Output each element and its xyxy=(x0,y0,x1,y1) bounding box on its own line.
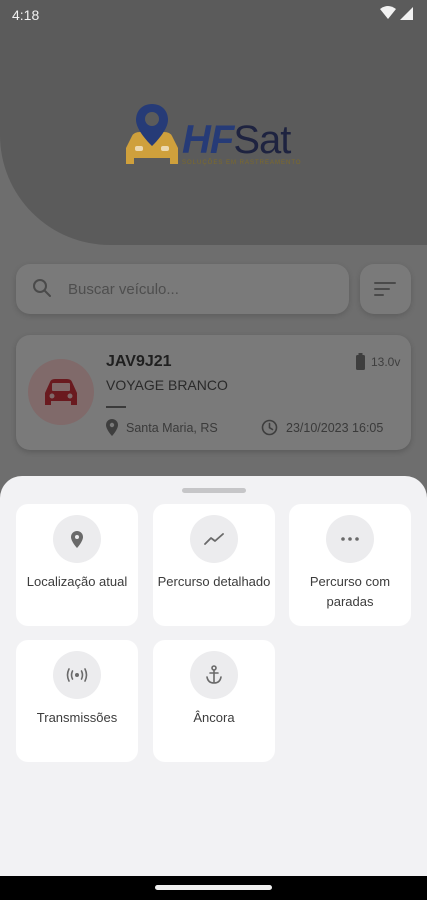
anchor-icon xyxy=(190,651,238,699)
action-route-with-stops[interactable]: Percurso com paradas xyxy=(289,504,411,626)
vehicle-datetime: 23/10/2023 16:05 xyxy=(286,420,384,435)
battery-icon xyxy=(356,353,365,370)
logo-hf: HF xyxy=(182,118,234,162)
status-time: 4:18 xyxy=(12,7,40,23)
vehicle-model: VOYAGE BRANCO xyxy=(106,377,228,393)
vehicle-card[interactable]: JAV9J21 VOYAGE BRANCO 13.0v Santa Maria,… xyxy=(16,335,411,450)
trend-line-icon xyxy=(190,515,238,563)
vehicle-location-text: Santa Maria, RS xyxy=(126,420,218,435)
battery-voltage: 13.0v xyxy=(371,354,401,369)
search-icon xyxy=(33,279,51,297)
more-dots-icon xyxy=(326,515,374,563)
action-transmissions[interactable]: Transmissões xyxy=(16,640,138,762)
logo-wordmark: HFSat xyxy=(182,118,291,163)
action-label: Âncora xyxy=(193,710,235,725)
wifi-icon xyxy=(380,6,396,19)
search-bar[interactable] xyxy=(16,264,349,314)
search-input[interactable] xyxy=(68,264,328,314)
location-pin-icon xyxy=(53,515,101,563)
location-pin-icon xyxy=(106,419,118,436)
status-icons xyxy=(380,6,413,20)
vehicle-last-update: 23/10/2023 16:05 xyxy=(261,419,383,436)
hfsat-logo: HFSat SOLUÇÕES EM RASTREAMENTO xyxy=(122,100,312,175)
action-label: Percurso com paradas xyxy=(309,574,391,609)
action-detailed-route[interactable]: Percurso detalhado xyxy=(153,504,275,626)
model-divider xyxy=(106,406,126,408)
sheet-drag-handle[interactable] xyxy=(182,488,246,493)
status-bar: 4:18 xyxy=(0,0,427,30)
signal-icon xyxy=(400,6,413,20)
logo-tagline: SOLUÇÕES EM RASTREAMENTO xyxy=(182,160,302,166)
action-current-location[interactable]: Localização atual xyxy=(16,504,138,626)
vehicle-avatar xyxy=(28,359,94,425)
vehicle-plate: JAV9J21 xyxy=(106,353,172,370)
action-anchor[interactable]: Âncora xyxy=(153,640,275,762)
filter-button[interactable] xyxy=(360,264,411,314)
battery-status: 13.0v xyxy=(356,353,400,370)
action-label: Transmissões xyxy=(36,710,118,725)
filter-icon xyxy=(374,282,396,296)
vehicle-location: Santa Maria, RS xyxy=(106,419,218,436)
car-icon xyxy=(45,379,77,405)
history-clock-icon xyxy=(261,419,278,436)
logo-car-pin-icon xyxy=(126,104,178,164)
action-label: Percurso detalhado xyxy=(157,574,271,589)
home-gesture-pill[interactable] xyxy=(155,885,272,890)
broadcast-icon xyxy=(53,651,101,699)
logo-sat: Sat xyxy=(233,118,291,162)
action-label: Localização atual xyxy=(26,574,128,589)
